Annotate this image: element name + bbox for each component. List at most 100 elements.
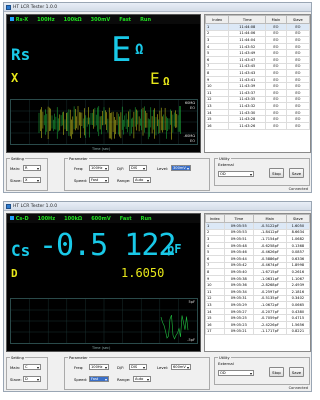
table-cell: 1.8998 — [285, 261, 310, 270]
display-header: Rs-X 100Hz 100kΩ 300mV Fast Run — [7, 15, 200, 24]
table-row[interactable]: 16 11:43:26 EO EO — [205, 121, 310, 130]
table-row[interactable]: 8 09:05:40 -1.6715pF 0.2616 — [205, 268, 310, 276]
table-row[interactable]: 11 11:43:37 EO EO — [205, 88, 310, 97]
external-label: External — [218, 162, 234, 167]
table-row[interactable]: 6 09:05:44 -0.5886pF 0.6336 — [205, 254, 310, 263]
history-table[interactable]: Index Time Main Slave 1 09:05:55 -0.5122pF 1.6… — [204, 213, 311, 352]
table-cell: 0.4380 — [285, 307, 310, 316]
secondary-value: E — [150, 69, 160, 88]
column-header[interactable]: Index — [205, 214, 225, 223]
range-select[interactable]: Auto — [133, 177, 151, 183]
freq-readout: 100Hz — [37, 16, 55, 23]
table-cell: EO — [285, 29, 310, 38]
level-select[interactable]: 300mV — [171, 165, 191, 171]
table-row[interactable]: 12 11:43:35 EO EO — [205, 95, 310, 104]
table-row[interactable]: 9 09:05:38 -1.0631pF 1.1067 — [205, 274, 310, 283]
table-row[interactable]: 4 09:05:48 -0.6258pF 0.1368 — [205, 241, 310, 250]
table-cell: 15 — [205, 314, 225, 322]
table-cell: 0.3402 — [285, 294, 310, 303]
table-row[interactable]: 2 09:05:53 -1.8412pF 8.6634 — [205, 228, 310, 237]
column-header[interactable]: Main — [265, 15, 287, 24]
table-row[interactable]: 7 11:43:45 EO EO — [205, 62, 310, 71]
table-row[interactable]: 13 11:43:32 EO EO — [205, 102, 310, 110]
table-row[interactable]: 10 09:05:36 -2.8268pF 2.4939 — [205, 281, 310, 289]
setting-group-label: Setting — [10, 157, 25, 161]
table-cell: EO — [265, 36, 287, 44]
table-cell: EO — [285, 49, 310, 57]
table-row[interactable]: 12 09:05:31 -0.5135pF 0.3402 — [205, 294, 310, 303]
speed-select[interactable]: Fast — [89, 376, 109, 382]
df-select[interactable]: DIS — [129, 165, 147, 171]
slave-select[interactable]: X — [23, 177, 41, 183]
slave-select-label: Slave: — [10, 377, 22, 382]
df-select[interactable]: DIS — [129, 364, 147, 370]
range-select[interactable]: Auto — [133, 376, 151, 382]
table-row[interactable]: 17 09:05:21 -1.1717pF 0.8221 — [205, 327, 310, 336]
table-row[interactable]: 10 11:43:39 EO EO — [205, 82, 310, 90]
column-header[interactable]: Slave — [285, 15, 310, 24]
table-cell: -0.2077pF — [252, 307, 287, 316]
freq-select-label: Freq: — [74, 365, 84, 370]
level-select[interactable]: 600mV — [171, 364, 191, 370]
table-row[interactable]: 4 11:43:52 EO EO — [205, 42, 310, 51]
table-row[interactable]: 16 09:05:23 -2.4226pF 1.5656 — [205, 320, 310, 329]
speed-readout: Fast — [119, 16, 132, 23]
table-cell: 10 — [205, 281, 225, 289]
table-row[interactable]: 7 09:05:42 -0.4674pF 1.8998 — [205, 261, 310, 270]
external-select[interactable]: OD — [218, 370, 254, 376]
table-row[interactable]: 11 09:05:34 -0.2597pF 2.1816 — [205, 287, 310, 296]
stop-button[interactable]: Stop — [269, 168, 284, 178]
table-cell: EO — [265, 82, 287, 90]
table-row[interactable]: 15 09:05:25 -0.7059pF 0.4715 — [205, 314, 310, 322]
table-row[interactable]: 1 09:05:55 -0.5122pF 1.6050 — [205, 222, 310, 230]
main-value: -0.5 122 — [39, 228, 176, 263]
table-row[interactable]: 2 11:44:06 EO EO — [205, 29, 310, 38]
table-cell: 8 — [205, 268, 225, 276]
app-icon — [6, 203, 11, 209]
external-select[interactable]: OD — [218, 171, 254, 177]
table-cell: 4 — [205, 241, 225, 250]
column-header[interactable]: Slave — [285, 214, 310, 223]
table-cell: -2.4226pF — [252, 320, 287, 329]
plot-x-label: Time (sec) — [92, 346, 111, 350]
history-table[interactable]: Index Time Main Slave 1 11:44:08 EO EO 2 11:44:0… — [204, 14, 311, 153]
table-row[interactable]: 8 11:43:43 EO EO — [205, 69, 310, 77]
table-cell: 9 — [205, 75, 230, 84]
save-button[interactable]: Save — [289, 367, 304, 377]
table-row[interactable]: 9 11:43:41 EO EO — [205, 75, 310, 84]
parameter-group-label: Parameter — [68, 356, 89, 360]
table-cell: -1.7154pF — [252, 235, 287, 243]
table-cell: EO — [265, 23, 287, 31]
table-row[interactable]: 13 09:05:29 -1.0672pF 0.0665 — [205, 301, 310, 309]
table-row[interactable]: 3 11:44:04 EO EO — [205, 36, 310, 44]
table-row[interactable]: 15 11:43:28 EO EO — [205, 115, 310, 123]
table-row[interactable]: 6 11:43:47 EO EO — [205, 55, 310, 64]
main-select[interactable]: R — [23, 165, 41, 171]
stop-button[interactable]: Stop — [269, 367, 284, 377]
table-row[interactable]: 5 11:43:49 EO EO — [205, 49, 310, 57]
table-row[interactable]: 3 09:05:51 -1.7154pF 1.0682 — [205, 235, 310, 243]
table-row[interactable]: 14 09:05:27 -0.2077pF 0.4380 — [205, 307, 310, 316]
column-header[interactable]: Time — [223, 214, 254, 223]
table-cell: 16 — [205, 121, 230, 130]
table-cell: 5 — [205, 248, 225, 256]
table-cell: 09:05:27 — [223, 307, 254, 316]
column-header[interactable]: Index — [205, 15, 230, 24]
plot-bottom-label: -5pF — [187, 338, 195, 342]
table-row[interactable]: 5 09:05:46 -0.4626pF 0.0857 — [205, 248, 310, 256]
freq-select[interactable]: 100Hz — [89, 165, 109, 171]
column-header[interactable]: Time — [228, 15, 267, 24]
speed-select[interactable]: Fast — [89, 177, 109, 183]
df-select-label: D/F: — [117, 365, 125, 370]
table-row[interactable]: 1 11:44:08 EO EO — [205, 23, 310, 31]
table-cell: 09:05:51 — [223, 235, 254, 243]
table-row[interactable]: 14 11:43:30 EO EO — [205, 108, 310, 117]
slave-select[interactable]: D — [23, 376, 41, 382]
main-select[interactable]: C — [23, 364, 41, 370]
column-header[interactable]: Main — [252, 214, 287, 223]
plot-top-label: 60MΩ — [184, 101, 195, 105]
table-cell: EO — [265, 102, 287, 110]
save-button[interactable]: Save — [289, 168, 304, 178]
freq-select[interactable]: 100Hz — [89, 364, 109, 370]
main-select-label: Main: — [10, 365, 21, 370]
